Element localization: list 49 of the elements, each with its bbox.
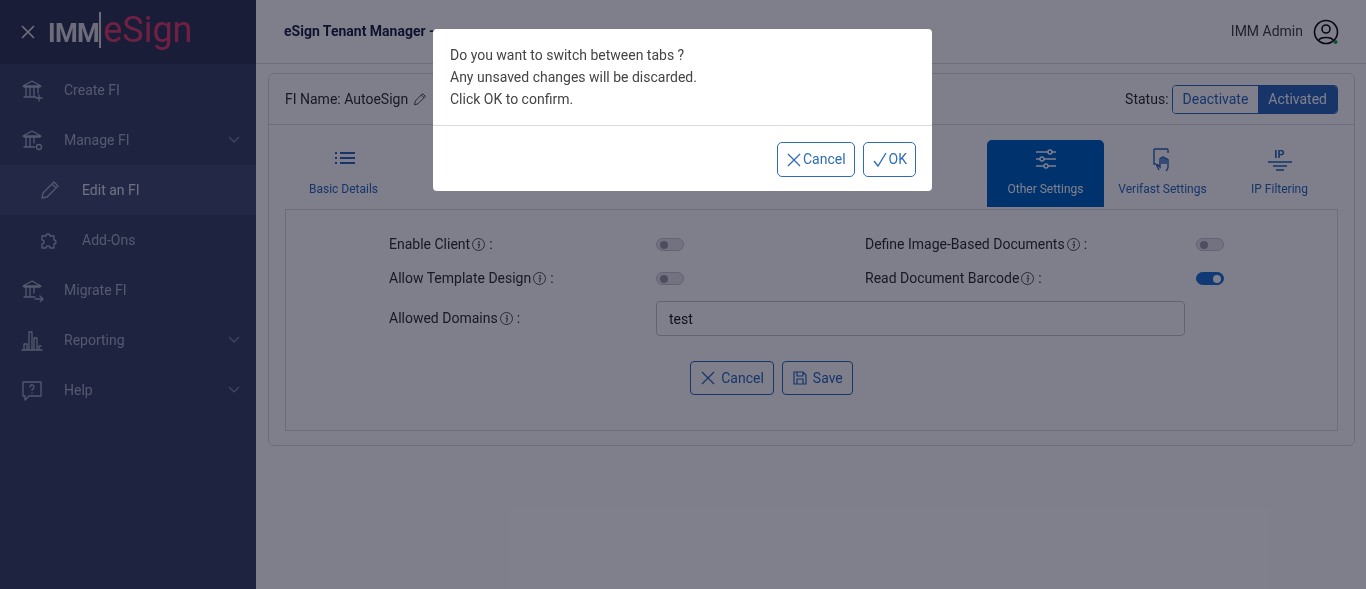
dialog-message: Do you want to switch between tabs ? [450,46,686,65]
toggle-switch[interactable] [1196,272,1224,285]
tab[interactable]: Other Settings [987,140,1104,207]
chevron-down-icon[interactable] [228,386,240,394]
close-icon [700,370,717,386]
dialog-message: Click OK to confirm. [450,90,575,109]
status-toggle[interactable]: Deactivate Activated [1171,84,1338,114]
toggle-switch[interactable] [656,272,684,285]
help-icon [20,378,44,402]
fi-name-label: FI Name: AutoeSign [285,89,409,109]
setting-label: Enable Client [389,235,471,254]
sidebar-item[interactable]: Edit an FI [0,165,256,215]
colon: : [1083,235,1088,254]
bank-plus-icon [20,78,44,102]
save-button[interactable]: Save [781,361,853,395]
tab[interactable]: IP IP Filtering [1221,140,1338,207]
status-label: Status: [1125,89,1169,109]
cancel-button[interactable]: Cancel [776,142,855,177]
tab[interactable]: Verifast Settings [1104,140,1221,207]
colon: : [516,309,521,328]
tab[interactable]: Basic Details [285,140,402,207]
cancel-button[interactable]: Cancel [690,361,774,395]
toggle-switch[interactable] [656,238,684,251]
status-option[interactable]: Activated [1258,85,1337,113]
user-name: IMM Admin [1230,22,1303,41]
save-icon [791,370,808,386]
bank-gear-icon [20,128,44,152]
user-avatar-icon[interactable] [1313,18,1339,45]
bank-arrow-icon [20,278,44,302]
field-label: Allowed Domains [389,309,498,328]
page-title: eSign Tenant Manager - [284,22,435,41]
colon: : [489,235,493,254]
allowed-domains-field[interactable]: test [656,301,1185,336]
colon: : [550,269,554,288]
setting-label: Read Document Barcode [865,269,1020,288]
logo: IMM eSign [48,11,193,53]
colon: : [1038,269,1042,288]
setting-label: Allow Template Design [389,269,532,288]
checkmark-icon [871,151,888,168]
chevron-down-icon[interactable] [228,336,240,344]
bar-chart-icon [20,328,44,352]
pencil-icon[interactable] [412,91,429,107]
ok-button[interactable]: OK [862,142,916,177]
close-icon [785,151,802,168]
chevron-down-icon[interactable] [228,136,240,144]
close-icon[interactable] [20,24,36,40]
dialog-message: Any unsaved changes will be discarded. [450,68,698,87]
toggle-switch[interactable] [1196,238,1224,251]
setting-label: Define Image-Based Documents [865,235,1065,254]
